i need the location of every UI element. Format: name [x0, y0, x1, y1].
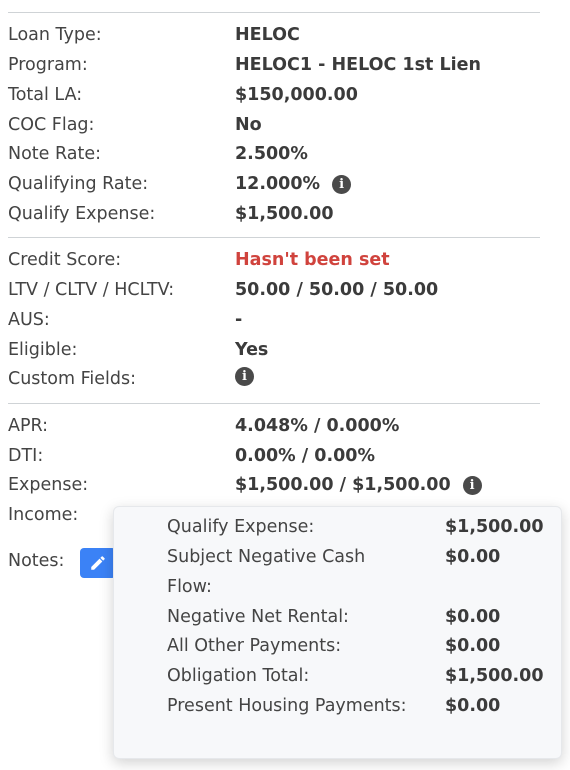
expense-value: $1,500.00 / $1,500.00: [235, 475, 451, 495]
divider: [8, 12, 540, 13]
qualifying-rate-label: Qualifying Rate:: [8, 174, 149, 194]
qualify-expense-label: Qualify Expense:: [8, 204, 156, 224]
expense-row: Expense: $1,500.00 / $1,500.00 i: [8, 473, 548, 497]
popover-row-value: $0.00: [445, 607, 501, 627]
eligible-row: Eligible: Yes: [8, 338, 548, 362]
total-la-row: Total LA: $150,000.00: [8, 83, 548, 107]
popover-row-label: Qualify Expense:: [167, 517, 315, 537]
qualify-expense-value: $1,500.00: [235, 204, 334, 224]
popover-row-value: $1,500.00: [445, 517, 544, 537]
loan-type-value: HELOC: [235, 25, 300, 45]
total-la-label: Total LA:: [8, 85, 83, 105]
dti-row: DTI: 0.00% / 0.00%: [8, 444, 548, 468]
popover-row-value: $0.00: [445, 547, 501, 567]
popover-row-label: All Other Payments:: [167, 636, 342, 656]
eligible-value: Yes: [235, 340, 269, 360]
eligible-label: Eligible:: [8, 340, 78, 360]
coc-flag-value: No: [235, 115, 262, 135]
credit-score-row: Credit Score: Hasn't been set: [8, 248, 548, 272]
qualifying-rate-value: 12.000%: [235, 174, 321, 194]
loan-type-row: Loan Type: HELOC: [8, 23, 548, 47]
popover-row-value: $0.00: [445, 636, 501, 656]
ltv-label: LTV / CLTV / HCLTV:: [8, 280, 175, 300]
expense-value-wrap: $1,500.00 / $1,500.00 i: [235, 473, 482, 497]
loan-type-label: Loan Type:: [8, 25, 102, 45]
info-icon[interactable]: i: [332, 174, 352, 194]
total-la-value: $150,000.00: [235, 85, 358, 105]
apr-row: APR: 4.048% / 0.000%: [8, 414, 548, 438]
income-label: Income:: [8, 505, 79, 525]
popover-row-label: Obligation Total:: [167, 666, 310, 686]
notes-label: Notes:: [8, 551, 65, 571]
custom-fields-value: i: [235, 367, 254, 386]
custom-fields-row: Custom Fields: i: [8, 367, 548, 391]
expense-breakdown-popover: Qualify Expense: $1,500.00 Subject Negat…: [113, 506, 562, 759]
apr-value: 4.048% / 0.000%: [235, 416, 400, 436]
dti-label: DTI:: [8, 446, 44, 466]
popover-row-label: Negative Net Rental:: [167, 607, 349, 627]
coc-flag-row: COC Flag: No: [8, 113, 548, 137]
popover-row-value: $0.00: [445, 696, 501, 716]
divider: [8, 403, 540, 404]
qualifying-rate-value-wrap: 12.000% i: [235, 172, 352, 196]
divider: [8, 237, 540, 238]
qualify-expense-row: Qualify Expense: $1,500.00: [8, 202, 548, 226]
apr-label: APR:: [8, 416, 49, 436]
note-rate-row: Note Rate: 2.500%: [8, 142, 548, 166]
info-icon[interactable]: i: [462, 475, 482, 495]
loan-summary-panel: Loan Type: HELOC Program: HELOC1 - HELOC…: [0, 0, 570, 770]
aus-value: -: [235, 310, 243, 330]
note-rate-value: 2.500%: [235, 144, 308, 164]
popover-row-label: Subject Negative Cash Flow:: [167, 547, 366, 597]
program-row: Program: HELOC1 - HELOC 1st Lien: [8, 53, 548, 77]
credit-score-value: Hasn't been set: [235, 250, 390, 270]
aus-row: AUS: -: [8, 308, 548, 332]
dti-value: 0.00% / 0.00%: [235, 446, 375, 466]
program-value: HELOC1 - HELOC 1st Lien: [235, 55, 481, 75]
program-label: Program:: [8, 55, 88, 75]
ltv-row: LTV / CLTV / HCLTV: 50.00 / 50.00 / 50.0…: [8, 278, 548, 302]
edit-notes-button[interactable]: [80, 548, 116, 578]
qualifying-rate-row: Qualifying Rate: 12.000% i: [8, 172, 548, 196]
info-icon[interactable]: i: [235, 367, 254, 386]
coc-flag-label: COC Flag:: [8, 115, 95, 135]
note-rate-label: Note Rate:: [8, 144, 102, 164]
popover-row-value: $1,500.00: [445, 666, 544, 686]
custom-fields-label: Custom Fields:: [8, 369, 137, 389]
credit-score-label: Credit Score:: [8, 250, 122, 270]
expense-label: Expense:: [8, 475, 89, 495]
pencil-icon: [91, 556, 105, 570]
aus-label: AUS:: [8, 310, 50, 330]
popover-row-label: Present Housing Payments:: [167, 696, 407, 716]
ltv-value: 50.00 / 50.00 / 50.00: [235, 280, 439, 300]
